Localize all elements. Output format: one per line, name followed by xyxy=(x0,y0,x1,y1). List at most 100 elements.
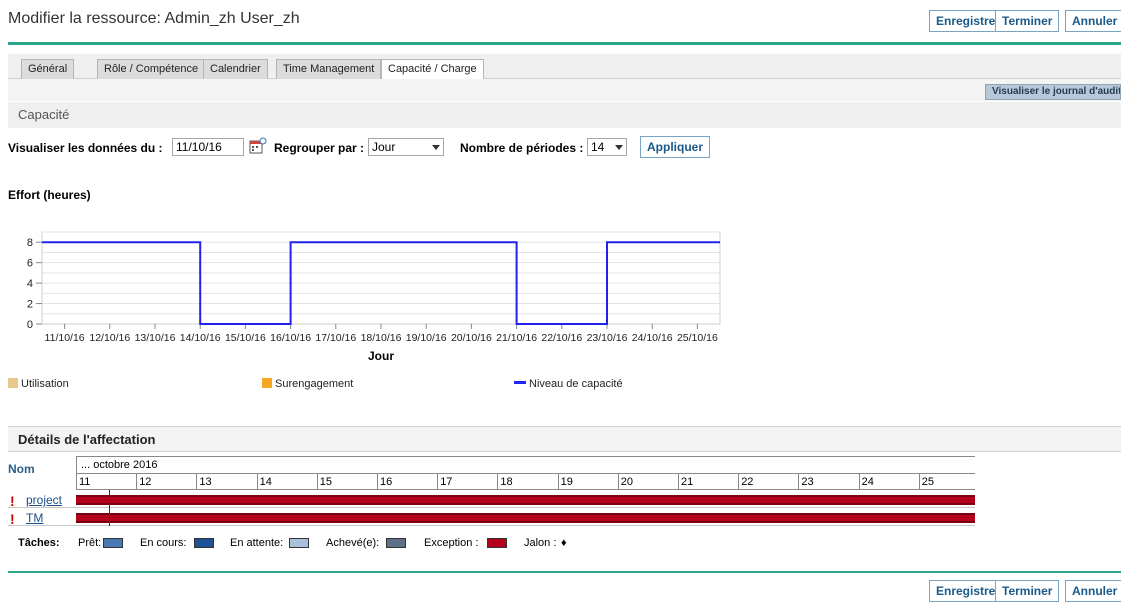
audit-log-button[interactable]: Visualiser le journal d'audit xyxy=(985,84,1121,100)
x-tick-label: 17/10/16 xyxy=(315,332,356,344)
today-marker xyxy=(109,490,110,526)
gantt-day-cell: 22 xyxy=(738,474,798,490)
name-column-header: Nom xyxy=(8,462,35,476)
cancel-button[interactable]: Annuler xyxy=(1065,10,1121,32)
legend-pending-label: En attente: xyxy=(230,537,284,549)
y-tick-label: 2 xyxy=(27,299,33,311)
chart-title: Effort (heures) xyxy=(8,188,91,202)
legend-ready-label: Prêt: xyxy=(78,537,102,549)
y-tick-label: 8 xyxy=(27,237,33,249)
x-tick-label: 16/10/16 xyxy=(270,332,311,344)
gantt-day-cell: 16 xyxy=(377,474,437,490)
x-tick-label: 24/10/16 xyxy=(632,332,673,344)
tab-role-competence[interactable]: Rôle / Compétence xyxy=(97,59,206,79)
legend-utilisation: Utilisation xyxy=(8,378,69,390)
exception-icon: ! xyxy=(10,511,15,527)
tab-calendrier[interactable]: Calendrier xyxy=(203,59,268,79)
legend-pending-swatch xyxy=(289,538,309,548)
gantt-day-cell: 21 xyxy=(678,474,738,490)
gantt-day-cell: 13 xyxy=(196,474,256,490)
chevron-down-icon xyxy=(432,145,440,150)
legend-milestone-label: Jalon : xyxy=(524,537,557,549)
capacity-section-header: Capacité xyxy=(8,102,1121,128)
calendar-icon[interactable] xyxy=(249,137,267,155)
legend-line-capacity xyxy=(514,381,526,384)
date-label: Visualiser les données du : xyxy=(8,141,163,155)
finish-button-bottom[interactable]: Terminer xyxy=(995,580,1060,602)
x-tick-label: 25/10/16 xyxy=(677,332,718,344)
x-tick-label: 20/10/16 xyxy=(451,332,492,344)
periods-label: Nombre de périodes : xyxy=(460,141,584,155)
periods-select[interactable]: 14 xyxy=(587,138,627,156)
group-by-value: Jour xyxy=(372,140,396,154)
gantt-days-header: 11 12 13 14 15 16 17 18 19 20 21 22 23 24 25 xyxy=(76,473,975,490)
legend-inprogress-label: En cours: xyxy=(140,537,187,549)
legend-done-swatch xyxy=(386,538,406,548)
gantt-row: ! project xyxy=(8,492,975,508)
legend-exception-swatch xyxy=(487,538,507,548)
plot-area xyxy=(41,231,721,325)
gantt-day-cell: 17 xyxy=(437,474,497,490)
assignment-link-tm[interactable]: TM xyxy=(26,511,43,525)
date-input[interactable]: 11/10/16 xyxy=(172,138,244,156)
tab-bar: Général Rôle / Compétence Calendrier Tim… xyxy=(8,54,1121,80)
tab-time-management[interactable]: Time Management xyxy=(276,59,382,79)
x-tick-label: 22/10/16 xyxy=(541,332,582,344)
x-tick-label: 11/10/16 xyxy=(45,332,85,344)
gantt-day-cell: 19 xyxy=(557,474,618,490)
x-tick-label: 18/10/16 xyxy=(361,332,402,344)
assignment-gantt: Nom ... octobre 2016 11 12 13 14 15 16 17 18 19 2… xyxy=(8,456,975,526)
assignment-section-header: Détails de l'affectation xyxy=(8,426,1121,452)
x-tick-label: 14/10/16 xyxy=(180,332,221,344)
legend-surengagement: Surengagement xyxy=(262,378,353,390)
gantt-day-cell: 14 xyxy=(256,474,317,490)
y-tick-label: 0 xyxy=(27,319,33,331)
gantt-month-header: ... octobre 2016 xyxy=(76,456,975,473)
group-label: Regrouper par : xyxy=(274,141,365,155)
assignment-link-project[interactable]: project xyxy=(26,493,62,507)
legend-inprogress-swatch xyxy=(194,538,214,548)
x-tick-label: 12/10/16 xyxy=(89,332,130,344)
legend-exception-label: Exception : xyxy=(424,537,479,549)
chevron-down-icon xyxy=(615,145,623,150)
tab-capacite-charge[interactable]: Capacité / Charge xyxy=(381,59,484,80)
legend-utilisation-label: Utilisation xyxy=(21,378,69,390)
y-tick-label: 6 xyxy=(27,258,33,270)
gantt-day-cell: 20 xyxy=(617,474,678,490)
gantt-bar xyxy=(76,513,975,523)
audit-bar: Visualiser le journal d'audit xyxy=(8,79,1121,101)
gantt-day-cell: 15 xyxy=(316,474,377,490)
legend-capacity-label: Niveau de capacité xyxy=(529,378,623,390)
gantt-day-cell: 12 xyxy=(136,474,196,490)
milestone-diamond-icon: ♦ xyxy=(561,537,567,549)
gantt-day-cell: 23 xyxy=(798,474,858,490)
periods-value: 14 xyxy=(591,140,605,154)
legend-ready-swatch xyxy=(103,538,123,548)
gantt-day-cell: 18 xyxy=(497,474,557,490)
x-tick-label: 23/10/16 xyxy=(587,332,628,344)
x-tick-label: 13/10/16 xyxy=(135,332,176,344)
y-tick-label: 4 xyxy=(27,278,33,290)
group-by-select[interactable]: Jour xyxy=(368,138,444,156)
legend-done-label: Achevé(e): xyxy=(326,537,380,549)
x-tick-label: 19/10/16 xyxy=(406,332,447,344)
tab-general[interactable]: Général xyxy=(21,59,75,79)
footer-divider xyxy=(8,571,1121,573)
legend-surengagement-label: Surengagement xyxy=(275,378,354,390)
page-title: Modifier la ressource: Admin_zh User_zh xyxy=(8,10,300,27)
x-tick-label: 21/10/16 xyxy=(496,332,537,344)
apply-button[interactable]: Appliquer xyxy=(640,136,710,158)
gantt-bar xyxy=(76,495,975,505)
task-legend-title: Tâches: xyxy=(18,537,60,549)
finish-button[interactable]: Terminer xyxy=(995,10,1060,32)
legend-capacity: Niveau de capacité xyxy=(514,378,623,390)
exception-icon: ! xyxy=(10,493,15,509)
cancel-button-bottom[interactable]: Annuler xyxy=(1065,580,1121,602)
x-axis-label: Jour xyxy=(368,349,394,363)
legend-swatch-surengagement xyxy=(262,378,272,388)
gantt-day-cell: 25 xyxy=(918,474,979,490)
header-divider xyxy=(8,42,1121,45)
capacity-chart: 0 2 4 6 8 11/10/16 12/10/16 13/10/16 14/10/16 15/… xyxy=(27,231,721,363)
x-tick-label: 15/10/16 xyxy=(225,332,266,344)
gantt-day-cell: 24 xyxy=(858,474,919,490)
